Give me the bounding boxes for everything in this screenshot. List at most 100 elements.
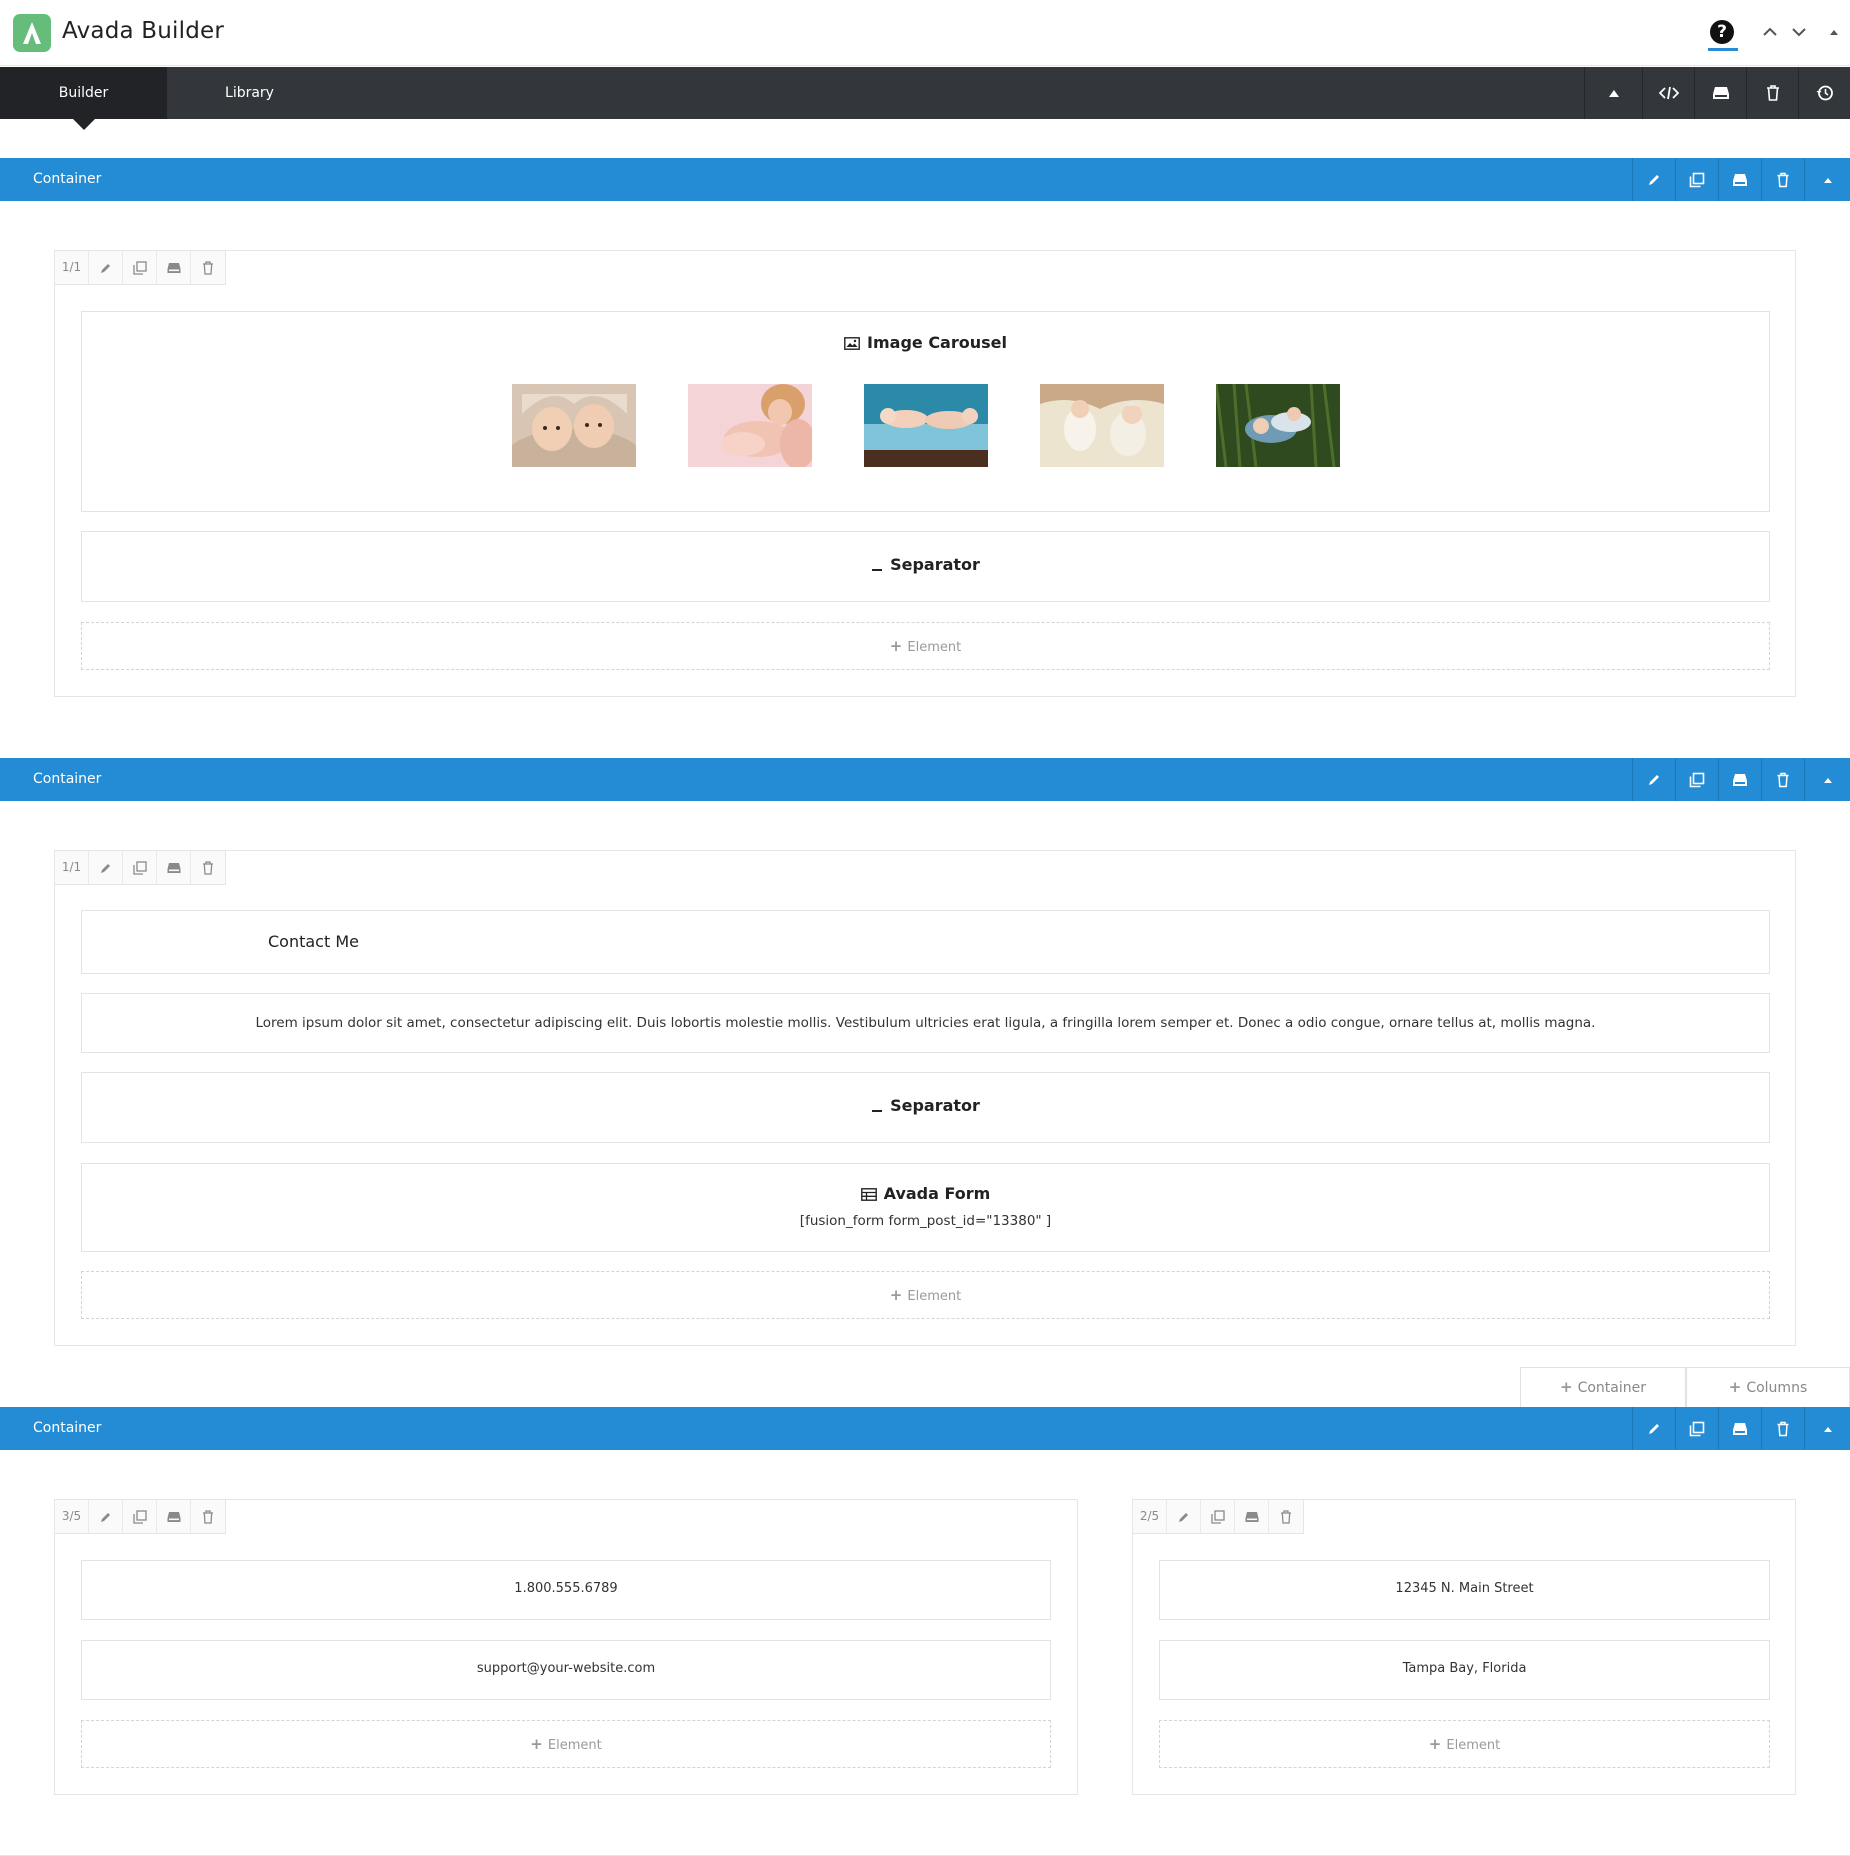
column-delete-button[interactable] [191, 851, 225, 884]
column-edit-button[interactable] [89, 251, 123, 284]
drive-save-icon [167, 862, 180, 873]
collapse-triangle-icon[interactable] [1824, 22, 1844, 42]
container-edit-button[interactable] [1632, 1407, 1675, 1450]
carousel-image-4[interactable] [1040, 384, 1164, 467]
trash-icon [1777, 172, 1789, 187]
add-element-button[interactable]: + Element [81, 1271, 1770, 1319]
title-element[interactable]: Contact Me [81, 910, 1770, 974]
triangle-up-icon [1823, 177, 1832, 183]
text-block-element[interactable]: Lorem ipsum dolor sit amet, consectetur … [81, 993, 1770, 1053]
column-size-button[interactable]: 1/1 [55, 251, 89, 284]
container-save-button[interactable] [1718, 1407, 1761, 1450]
code-icon [1658, 86, 1679, 100]
separator-element[interactable]: Separator [81, 531, 1770, 602]
container-delete-button[interactable] [1761, 158, 1804, 201]
collapse-all-button[interactable] [1584, 67, 1642, 119]
trash-icon [1777, 772, 1789, 787]
column-edit-button[interactable] [1167, 1500, 1201, 1533]
column-delete-button[interactable] [1269, 1500, 1303, 1533]
text-block-element[interactable]: support@your-website.com [81, 1640, 1051, 1700]
help-icon[interactable]: ? [1710, 20, 1734, 44]
triangle-up-icon [1823, 777, 1832, 783]
container-delete-button[interactable] [1761, 1407, 1804, 1450]
container-edit-button[interactable] [1632, 158, 1675, 201]
plus-icon: + [1728, 1378, 1742, 1396]
container-save-button[interactable] [1718, 158, 1761, 201]
column-clone-button[interactable] [123, 851, 157, 884]
builder-tab-bar: Builder Library [0, 67, 1850, 130]
add-element-button[interactable]: + Element [81, 622, 1770, 670]
chevron-down-icon[interactable] [1789, 22, 1809, 42]
element-title: Image Carousel [867, 333, 1007, 352]
add-columns-button[interactable]: + Columns [1686, 1367, 1850, 1407]
column-clone-button[interactable] [123, 251, 157, 284]
pencil-icon [100, 863, 110, 873]
tab-builder[interactable]: Builder [0, 67, 167, 119]
column-toolbar: 1/1 [55, 851, 226, 885]
text-block-element[interactable]: 12345 N. Main Street [1159, 1560, 1770, 1620]
add-element-label: Element [1446, 1738, 1501, 1753]
separator-element[interactable]: Separator [81, 1072, 1770, 1143]
carousel-image-2[interactable] [688, 384, 812, 467]
container-bar[interactable]: Container [0, 758, 1850, 801]
container-collapse-button[interactable] [1804, 1407, 1850, 1450]
container-bar[interactable]: Container [0, 1407, 1850, 1450]
pencil-icon [1649, 774, 1659, 785]
column-save-button[interactable] [157, 851, 191, 884]
triangle-up-icon [1823, 1426, 1832, 1432]
clone-icon [132, 260, 147, 275]
add-element-label: Element [907, 1289, 962, 1304]
container-bar[interactable]: Container [0, 158, 1850, 201]
trash-icon [1766, 85, 1779, 101]
container-clone-button[interactable] [1675, 158, 1718, 201]
code-view-button[interactable] [1642, 67, 1694, 119]
carousel-image-3[interactable] [864, 384, 988, 467]
save-template-button[interactable] [1694, 67, 1746, 119]
history-button[interactable] [1798, 67, 1850, 119]
column-delete-button[interactable] [191, 251, 225, 284]
add-container-label: Container [1577, 1380, 1646, 1396]
column-edit-button[interactable] [89, 851, 123, 884]
container-collapse-button[interactable] [1804, 758, 1850, 801]
tab-library[interactable]: Library [167, 67, 332, 119]
container-save-button[interactable] [1718, 758, 1761, 801]
element-text: 1.800.555.6789 [514, 1581, 618, 1596]
pencil-icon [1178, 1512, 1188, 1522]
image-icon [844, 337, 860, 350]
avada-form-element[interactable]: Avada Form [fusion_form form_post_id="13… [81, 1163, 1770, 1252]
add-container-button[interactable]: + Container [1520, 1367, 1686, 1407]
container-collapse-button[interactable] [1804, 158, 1850, 201]
column-size-button[interactable]: 3/5 [55, 1500, 89, 1533]
column-save-button[interactable] [157, 251, 191, 284]
delete-all-button[interactable] [1746, 67, 1798, 119]
active-tab-caret [73, 119, 95, 130]
column-save-button[interactable] [157, 1500, 191, 1533]
drive-save-icon [167, 262, 180, 273]
trash-icon [203, 260, 213, 275]
container-clone-button[interactable] [1675, 1407, 1718, 1450]
column-delete-button[interactable] [191, 1500, 225, 1533]
carousel-image-1[interactable] [512, 384, 636, 467]
separator-dash-icon [872, 1110, 883, 1112]
column-size-button[interactable]: 1/1 [55, 851, 89, 884]
separator-dash-icon [872, 569, 883, 571]
column-clone-button[interactable] [1201, 1500, 1235, 1533]
add-element-button[interactable]: + Element [1159, 1720, 1770, 1768]
column-edit-button[interactable] [89, 1500, 123, 1533]
text-block-element[interactable]: 1.800.555.6789 [81, 1560, 1051, 1620]
container-clone-button[interactable] [1675, 758, 1718, 801]
container-edit-button[interactable] [1632, 758, 1675, 801]
text-block-element[interactable]: Tampa Bay, Florida [1159, 1640, 1770, 1700]
add-element-button[interactable]: + Element [81, 1720, 1051, 1768]
pencil-icon [1649, 174, 1659, 185]
element-text: Contact Me [268, 932, 359, 951]
column-size-button[interactable]: 2/5 [1133, 1500, 1167, 1533]
plus-icon: + [1428, 1735, 1442, 1753]
chevron-up-icon[interactable] [1760, 22, 1780, 42]
add-columns-label: Columns [1746, 1380, 1808, 1396]
carousel-image-5[interactable] [1216, 384, 1340, 467]
container-delete-button[interactable] [1761, 758, 1804, 801]
column-save-button[interactable] [1235, 1500, 1269, 1533]
column-clone-button[interactable] [123, 1500, 157, 1533]
drive-save-icon [1712, 87, 1729, 99]
